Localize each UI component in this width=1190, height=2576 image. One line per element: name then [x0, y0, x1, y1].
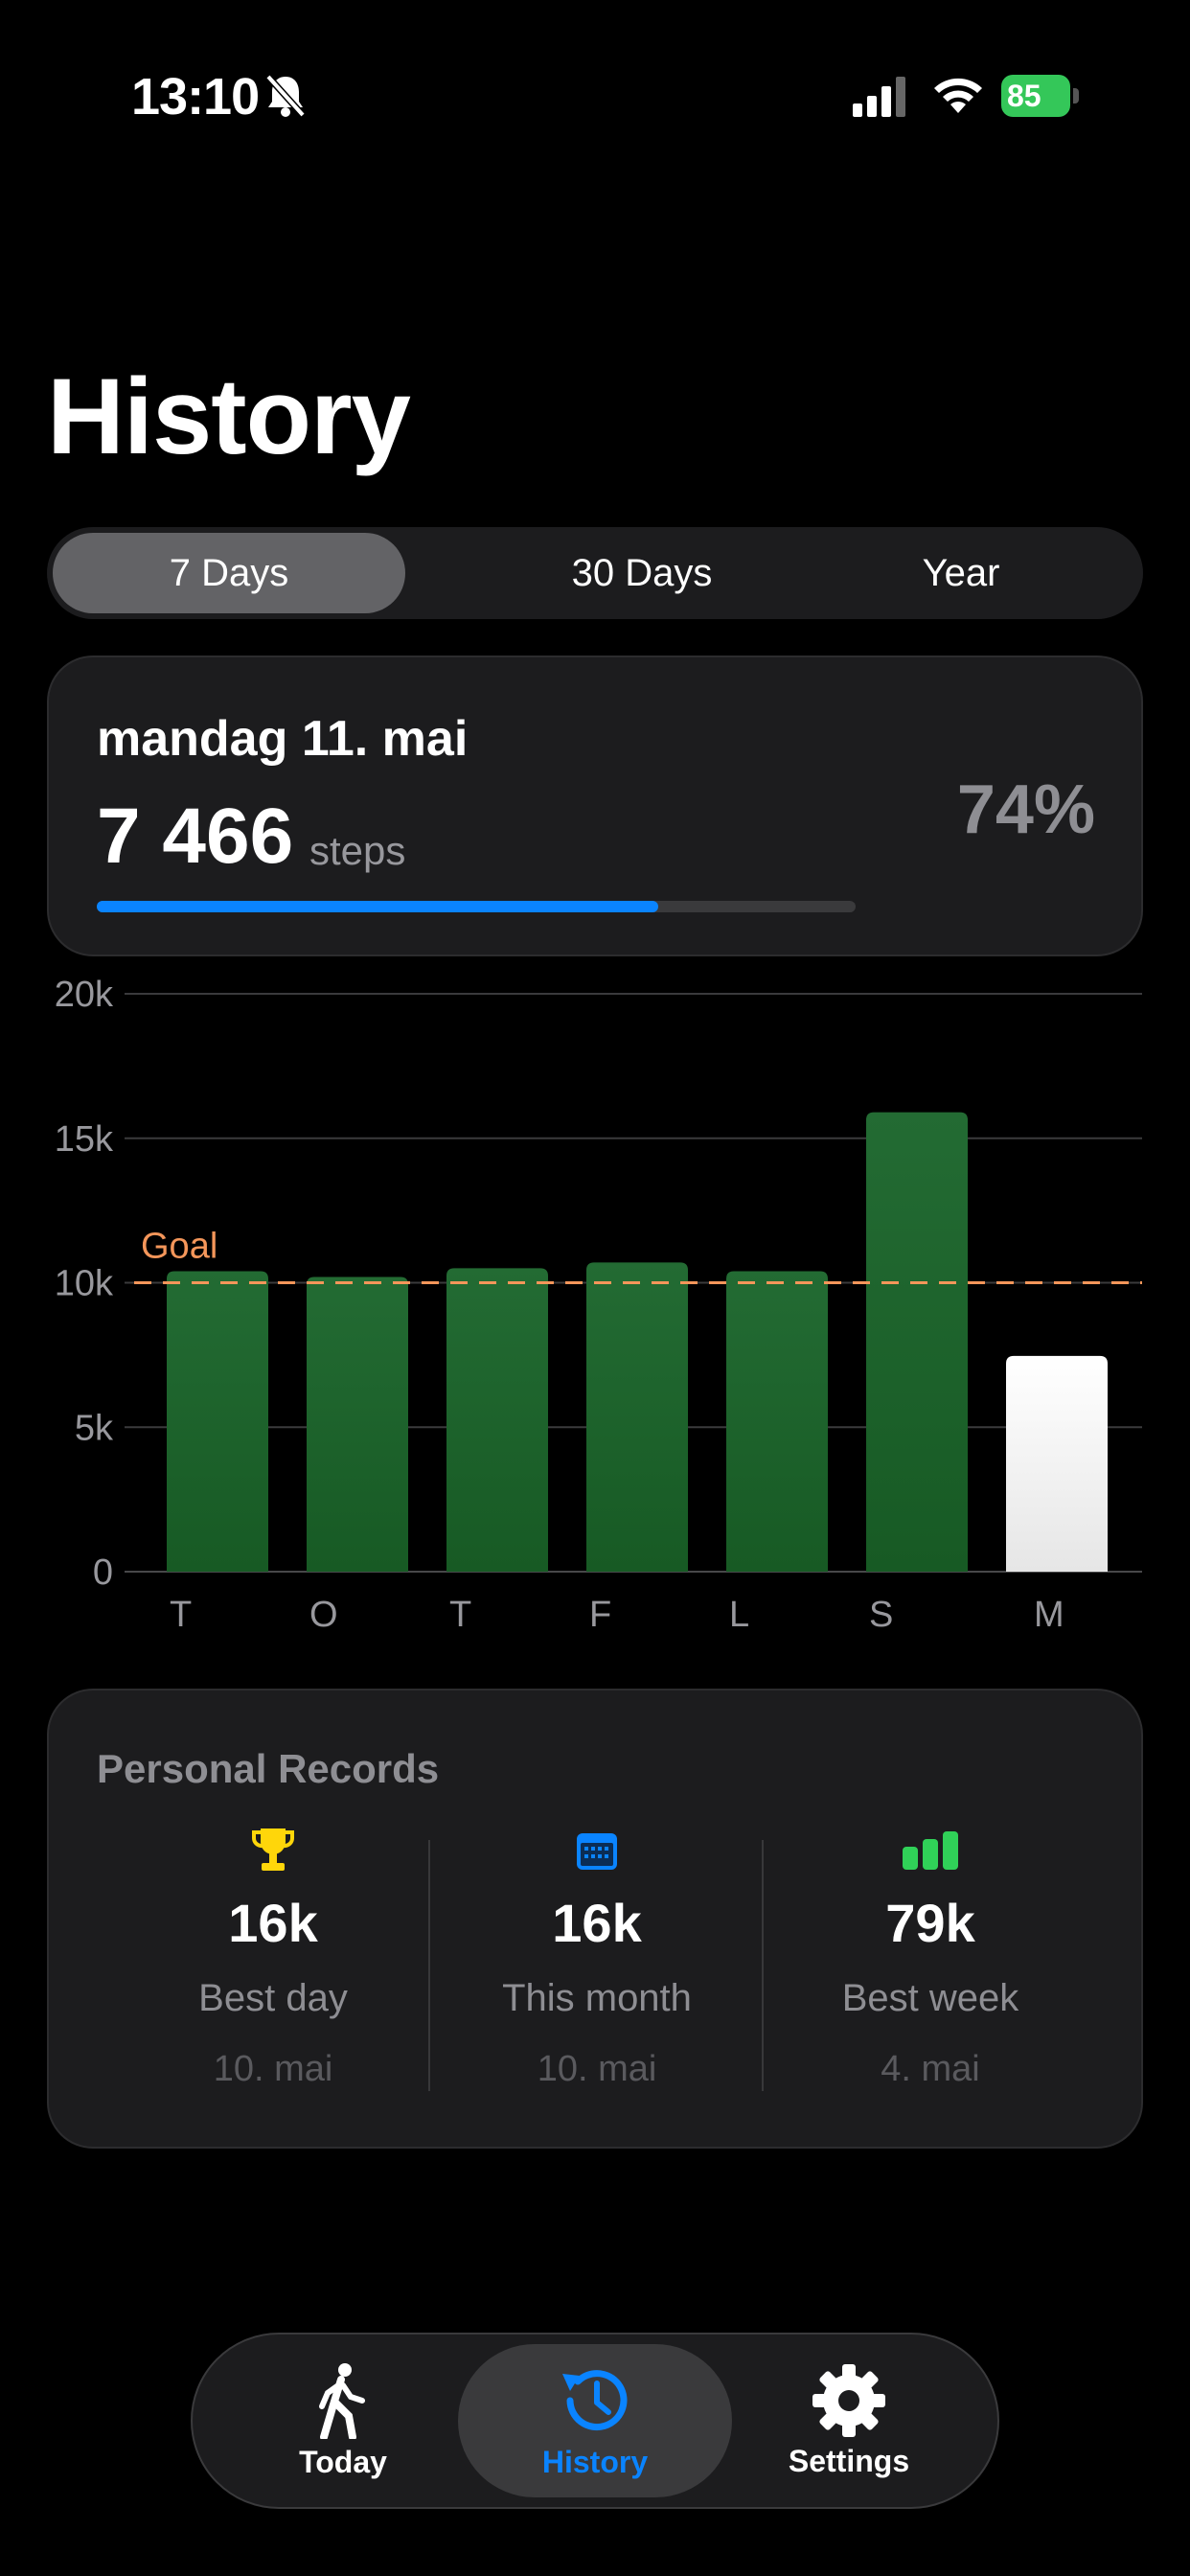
tab-30-days[interactable]: 30 Days — [466, 533, 818, 613]
bar-day[interactable] — [307, 1276, 408, 1572]
goal-progress-fill — [97, 901, 659, 912]
record-value: 79k — [885, 1893, 975, 1953]
step-unit: steps — [309, 828, 406, 873]
goal-progress-bar — [97, 901, 856, 912]
trophy-icon — [251, 1828, 295, 1871]
y-tick-label: 20k — [55, 975, 114, 1015]
record-label: This month — [502, 1977, 692, 2019]
bar-day[interactable] — [866, 1112, 968, 1572]
bar-day[interactable] — [586, 1262, 688, 1572]
selected-date: mandag 11. mai — [97, 711, 469, 767]
record-value: 16k — [228, 1893, 318, 1953]
tab-today[interactable]: Today — [206, 2344, 480, 2497]
y-tick-label: 0 — [93, 1552, 113, 1593]
page-title: History — [47, 356, 411, 476]
record-value: 16k — [552, 1893, 642, 1953]
y-tick-label: 10k — [55, 1264, 114, 1304]
x-tick-label: F — [589, 1595, 611, 1635]
bar-day[interactable] — [446, 1268, 548, 1572]
record-date: 10. mai — [537, 2049, 657, 2089]
y-tick-label: 15k — [55, 1119, 114, 1160]
x-tick-label: T — [170, 1595, 192, 1635]
range-segmented-control: 7 Days 30 Days Year — [47, 527, 1143, 619]
history-clock-icon — [562, 2369, 628, 2430]
tab-label: History — [541, 2444, 649, 2479]
tab-year[interactable]: Year — [785, 533, 1137, 613]
bar-selected-day[interactable] — [1006, 1355, 1108, 1572]
record-label: Best week — [841, 1977, 1019, 2019]
bar-day[interactable] — [726, 1271, 828, 1572]
tab-7-days[interactable]: 7 Days — [53, 533, 405, 613]
step-count: 7 466 — [97, 793, 294, 880]
bottom-tab-bar: Today History Settings — [191, 2333, 999, 2509]
battery-percent: 85 — [1007, 79, 1041, 113]
walking-icon — [319, 2362, 365, 2439]
tab-history[interactable]: History — [458, 2344, 732, 2497]
record-best-week[interactable]: 79k Best week 4. mai — [764, 1825, 1097, 2090]
x-tick-label: L — [729, 1595, 749, 1635]
wifi-icon — [934, 78, 982, 113]
bell-muted-icon — [265, 74, 306, 118]
records-title: Personal Records — [97, 1746, 440, 1791]
goal-percent: 74% — [956, 771, 1095, 848]
calendar-icon — [577, 1833, 617, 1870]
record-label: Best day — [198, 1977, 348, 2019]
x-tick-label: S — [869, 1595, 893, 1635]
tab-settings[interactable]: Settings — [712, 2344, 986, 2497]
bar-chart-icon — [903, 1831, 958, 1870]
y-tick-label: 5k — [75, 1408, 114, 1448]
personal-records-card: Personal Records 16k Best day 10. mai 16… — [47, 1689, 1143, 2149]
record-date: 4. mai — [881, 2049, 980, 2089]
tab-label: Settings — [788, 2443, 910, 2478]
x-tick-label: M — [1034, 1595, 1064, 1635]
record-best-day[interactable]: 16k Best day 10. mai — [106, 1825, 440, 2090]
x-tick-label: T — [449, 1595, 471, 1635]
record-date: 10. mai — [213, 2049, 333, 2089]
tab-label: Today — [299, 2444, 387, 2479]
goal-label: Goal — [141, 1227, 217, 1267]
record-this-month[interactable]: 16k This month 10. mai — [430, 1825, 764, 2090]
x-tick-label: O — [309, 1595, 338, 1635]
battery-indicator: 85 — [1001, 75, 1080, 117]
signal-icon — [853, 77, 905, 117]
status-time: 13:10 — [131, 68, 260, 126]
bar-day[interactable] — [167, 1271, 268, 1572]
steps-bar-chart: 0 5k 10k 15k 20k Goal T O T F L S M — [55, 975, 1142, 1635]
gear-icon — [812, 2363, 885, 2437]
selected-day-summary-card: mandag 11. mai 7 466 steps 74% — [47, 656, 1143, 956]
